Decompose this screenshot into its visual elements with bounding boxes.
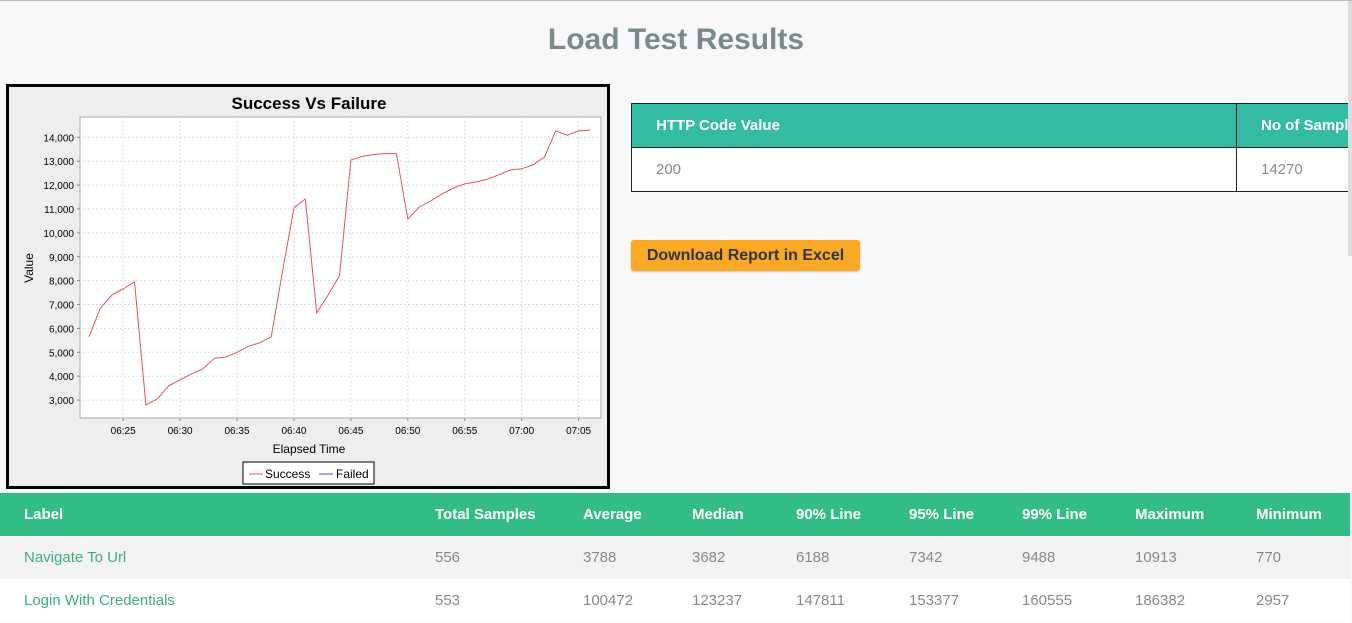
y-tick-label: 10,000 bbox=[43, 229, 74, 240]
x-tick-label: 06:55 bbox=[452, 426, 477, 437]
table-cell: 6188 bbox=[796, 549, 830, 566]
y-tick-label: 4,000 bbox=[49, 372, 74, 383]
column-header: Total Samples bbox=[435, 506, 536, 523]
row-label-link[interactable]: Login With Credentials bbox=[24, 579, 175, 622]
x-tick-label: 06:45 bbox=[338, 426, 363, 437]
legend-success: Success bbox=[265, 467, 310, 481]
x-tick-label: 06:50 bbox=[395, 426, 420, 437]
table-cell: 100472 bbox=[583, 592, 634, 609]
column-header: 99% Line bbox=[1022, 506, 1088, 523]
table-row: Navigate To Url 556 3788 3682 6188 7342 9488 10… bbox=[0, 536, 1350, 579]
legend-failed: Failed bbox=[336, 467, 369, 481]
chart-title: Success Vs Failure bbox=[232, 94, 387, 113]
x-tick-label: 06:35 bbox=[225, 426, 250, 437]
download-excel-button[interactable]: Download Report in Excel bbox=[631, 240, 860, 271]
column-header: 95% Line bbox=[909, 506, 975, 523]
y-axis-label: Value bbox=[22, 253, 36, 283]
legend: Success Failed bbox=[242, 461, 375, 485]
column-header: Median bbox=[692, 506, 744, 523]
chart-svg: Success Vs Failure 3,000 4,000 5,000 6,000 7… bbox=[22, 94, 602, 485]
header-http-code: HTTP Code Value bbox=[631, 103, 1237, 148]
http-code-value: 200 bbox=[631, 147, 1237, 192]
table-cell: 7342 bbox=[909, 549, 943, 566]
table-cell: 10913 bbox=[1135, 549, 1177, 566]
y-tick-label: 9,000 bbox=[49, 253, 74, 264]
y-tick-label: 14,000 bbox=[43, 133, 74, 144]
x-tick-label: 06:40 bbox=[281, 426, 306, 437]
y-tick-label: 3,000 bbox=[49, 396, 74, 407]
http-code-table: HTTP Code Value No of Samples 200 14270 bbox=[631, 103, 1352, 192]
table-cell: 147811 bbox=[796, 592, 845, 609]
column-header: 90% Line bbox=[796, 506, 862, 523]
table-cell: 3682 bbox=[692, 549, 726, 566]
y-tick-label: 8,000 bbox=[49, 277, 74, 288]
table-cell: 9488 bbox=[1022, 549, 1056, 566]
table-cell: 770 bbox=[1256, 549, 1282, 566]
table-cell: 186382 bbox=[1135, 592, 1186, 609]
success-vs-failure-chart: Success Vs Failure 3,000 4,000 5,000 6,000 7… bbox=[6, 84, 610, 489]
y-tick-label: 11,000 bbox=[44, 205, 74, 216]
column-header: Average bbox=[583, 506, 642, 523]
header-no-of-samples: No of Samples bbox=[1236, 103, 1352, 148]
table-cell: 153377 bbox=[909, 592, 960, 609]
y-tick-label: 6,000 bbox=[49, 324, 74, 335]
table-cell: 123237 bbox=[692, 592, 743, 609]
x-tick-label: 07:05 bbox=[566, 426, 591, 437]
results-header: Label Total Samples Average Median 90% Line 9… bbox=[0, 493, 1350, 536]
table-row: 200 14270 bbox=[631, 147, 1352, 192]
x-axis-label: Elapsed Time bbox=[273, 442, 346, 456]
column-header: Minimum bbox=[1256, 506, 1322, 523]
y-tick-label: 13,000 bbox=[43, 157, 74, 168]
column-header: Maximum bbox=[1135, 506, 1205, 523]
results-table: Label Total Samples Average Median 90% Line 9… bbox=[0, 493, 1350, 622]
table-cell: 2957 bbox=[1256, 592, 1290, 609]
column-header: Label bbox=[24, 506, 64, 523]
table-cell: 556 bbox=[435, 549, 461, 566]
table-cell: 553 bbox=[435, 592, 461, 609]
y-tick-label: 7,000 bbox=[49, 301, 74, 312]
page-title: Load Test Results bbox=[547, 23, 805, 56]
scrollbar[interactable] bbox=[1348, 1, 1352, 256]
table-cell: 3788 bbox=[583, 549, 617, 566]
table-row: Login With Credentials 553 100472 123237 147… bbox=[0, 579, 1350, 622]
x-tick-label: 06:30 bbox=[168, 426, 193, 437]
http-code-header: HTTP Code Value No of Samples bbox=[631, 103, 1352, 148]
samples-value: 14270 bbox=[1236, 147, 1352, 192]
y-tick-label: 5,000 bbox=[49, 348, 74, 359]
row-label-link[interactable]: Navigate To Url bbox=[24, 536, 126, 579]
x-tick-label: 06:25 bbox=[111, 426, 136, 437]
table-cell: 160555 bbox=[1022, 592, 1073, 609]
y-tick-label: 12,000 bbox=[43, 181, 74, 192]
x-tick-label: 07:00 bbox=[509, 426, 534, 437]
